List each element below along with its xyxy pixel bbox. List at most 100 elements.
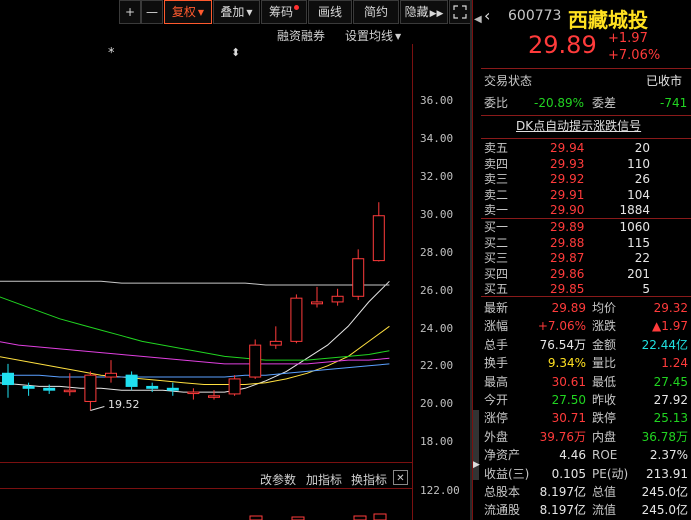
price-change-pct: +7.06% (608, 48, 661, 63)
axis-divider (412, 44, 413, 520)
candle-body (43, 387, 56, 391)
low-price-label: 19.52 (108, 398, 140, 411)
ask-price[interactable]: 29.93 (550, 156, 584, 172)
yincang-button[interactable]: 隐藏▶▶ (400, 0, 448, 24)
candle[interactable] (187, 388, 200, 400)
stat-label: 今开 (484, 393, 509, 407)
stat-value: 1.24 (661, 356, 688, 371)
candle[interactable] (228, 375, 241, 396)
ask-volume: 26 (634, 172, 650, 187)
stat-label: 总股本 (484, 485, 521, 499)
panel-divider (0, 462, 412, 463)
candle[interactable] (2, 363, 14, 398)
weibi-value: -20.89% (534, 96, 585, 110)
bid-price[interactable]: 29.86 (550, 266, 584, 282)
volume-bar (249, 515, 263, 520)
close-indicator-button[interactable]: ✕ (393, 470, 408, 485)
rzrq-link[interactable]: 融资融券 (277, 27, 325, 44)
stat-label: 最高 (484, 374, 509, 389)
ask-label: 卖二 (484, 187, 509, 202)
yincang-label: 隐藏 (404, 5, 429, 19)
stat-label: 最新 (484, 301, 509, 315)
candle[interactable] (352, 249, 365, 301)
diejia-button[interactable]: 叠加 ▼ (213, 0, 260, 24)
bid-volume: 115 (627, 235, 650, 250)
last-price: 29.89 (528, 31, 597, 59)
edit-params-link[interactable]: 改参数 (260, 471, 296, 488)
candle[interactable] (249, 339, 262, 379)
divider (481, 296, 691, 297)
candle[interactable] (372, 202, 385, 262)
volume-bar (373, 513, 387, 520)
candlestick-chart[interactable] (0, 44, 412, 464)
bid-label: 买三 (484, 251, 509, 266)
fuquan-button[interactable]: 复权 ▼ (164, 0, 212, 24)
switch-indicator-link[interactable]: 换指标 (351, 471, 387, 488)
candle[interactable] (125, 371, 138, 391)
dk-signal-link[interactable]: DK点自动提示涨跌信号 (516, 117, 641, 136)
divider (481, 218, 691, 219)
ask-price[interactable]: 29.94 (550, 140, 584, 156)
ask-label: 卖三 (484, 172, 509, 187)
candle[interactable] (84, 371, 97, 411)
candle[interactable] (208, 390, 220, 400)
huaxian-button[interactable]: 画线 (308, 0, 352, 24)
y-tick: 22.00 (420, 359, 454, 372)
bid-price[interactable]: 29.85 (550, 281, 584, 297)
stat-label: 昨收 (592, 393, 617, 407)
stat-label: 涨跌 (592, 319, 617, 334)
candle[interactable] (166, 382, 179, 396)
y-tick: 30.00 (420, 208, 454, 221)
ask-price[interactable]: 29.92 (550, 171, 584, 187)
ma-line (0, 363, 390, 378)
chevron-down-icon: ▼ (197, 8, 205, 17)
ask-volume: 1884 (619, 203, 650, 218)
zoom-out-button[interactable]: — (141, 0, 163, 24)
candle-body (331, 295, 344, 303)
expand-button[interactable] (449, 0, 471, 24)
ask-price[interactable]: 29.91 (550, 187, 584, 203)
stat-value: 29.89 (551, 301, 586, 315)
stat-label: 流值 (592, 503, 617, 518)
candle-body (187, 391, 200, 395)
ask-price[interactable]: 29.90 (550, 202, 584, 218)
ma-line (0, 280, 390, 393)
bid-price[interactable]: 29.87 (550, 250, 584, 266)
add-indicator-link[interactable]: 加指标 (306, 471, 342, 488)
ask-volume: 20 (634, 141, 650, 155)
candle-body (311, 301, 323, 305)
divider (481, 138, 691, 139)
stat-value: 27.45 (653, 374, 688, 389)
chevron-left-icon[interactable]: ‹ (484, 6, 490, 25)
chevron-down-icon: ▼ (246, 8, 253, 17)
y-tick: 18.00 (420, 435, 454, 448)
stat-value: 27.50 (551, 393, 586, 407)
diejia-label: 叠加 (220, 5, 245, 19)
stat-value: 25.13 (653, 411, 688, 426)
candle[interactable] (269, 326, 282, 349)
ma-setting-link[interactable]: 设置均线 ▼ (345, 27, 401, 44)
bid-volume: 1060 (619, 220, 650, 234)
candle[interactable] (105, 360, 117, 383)
ask-label: 卖一 (484, 203, 509, 218)
chouma-button[interactable]: 筹码 (261, 0, 307, 24)
candle[interactable] (290, 294, 303, 344)
volume-chart (249, 513, 387, 520)
fuquan-label: 复权 (171, 5, 196, 19)
y-tick: 32.00 (420, 170, 454, 183)
volume-y-tick: 122.00 (420, 484, 460, 497)
stat-label: 跌停 (592, 411, 617, 426)
bid-price[interactable]: 29.88 (550, 235, 584, 251)
zoom-in-button[interactable]: + (119, 0, 141, 24)
chevron-right-icon[interactable]: ▶ (473, 460, 480, 470)
double-chevron-right-icon: ▶▶ (429, 9, 444, 19)
candle[interactable] (331, 288, 344, 306)
stat-value: 9.34% (547, 356, 586, 371)
candle[interactable] (311, 286, 323, 308)
status-label: 交易状态 (484, 74, 533, 88)
bid-price[interactable]: 29.89 (550, 219, 584, 235)
jianyue-button[interactable]: 简约 (353, 0, 399, 24)
stat-value: 22.44亿 (641, 337, 688, 352)
stat-label: 金额 (592, 337, 617, 352)
stat-value: 36.78万 (641, 429, 688, 444)
